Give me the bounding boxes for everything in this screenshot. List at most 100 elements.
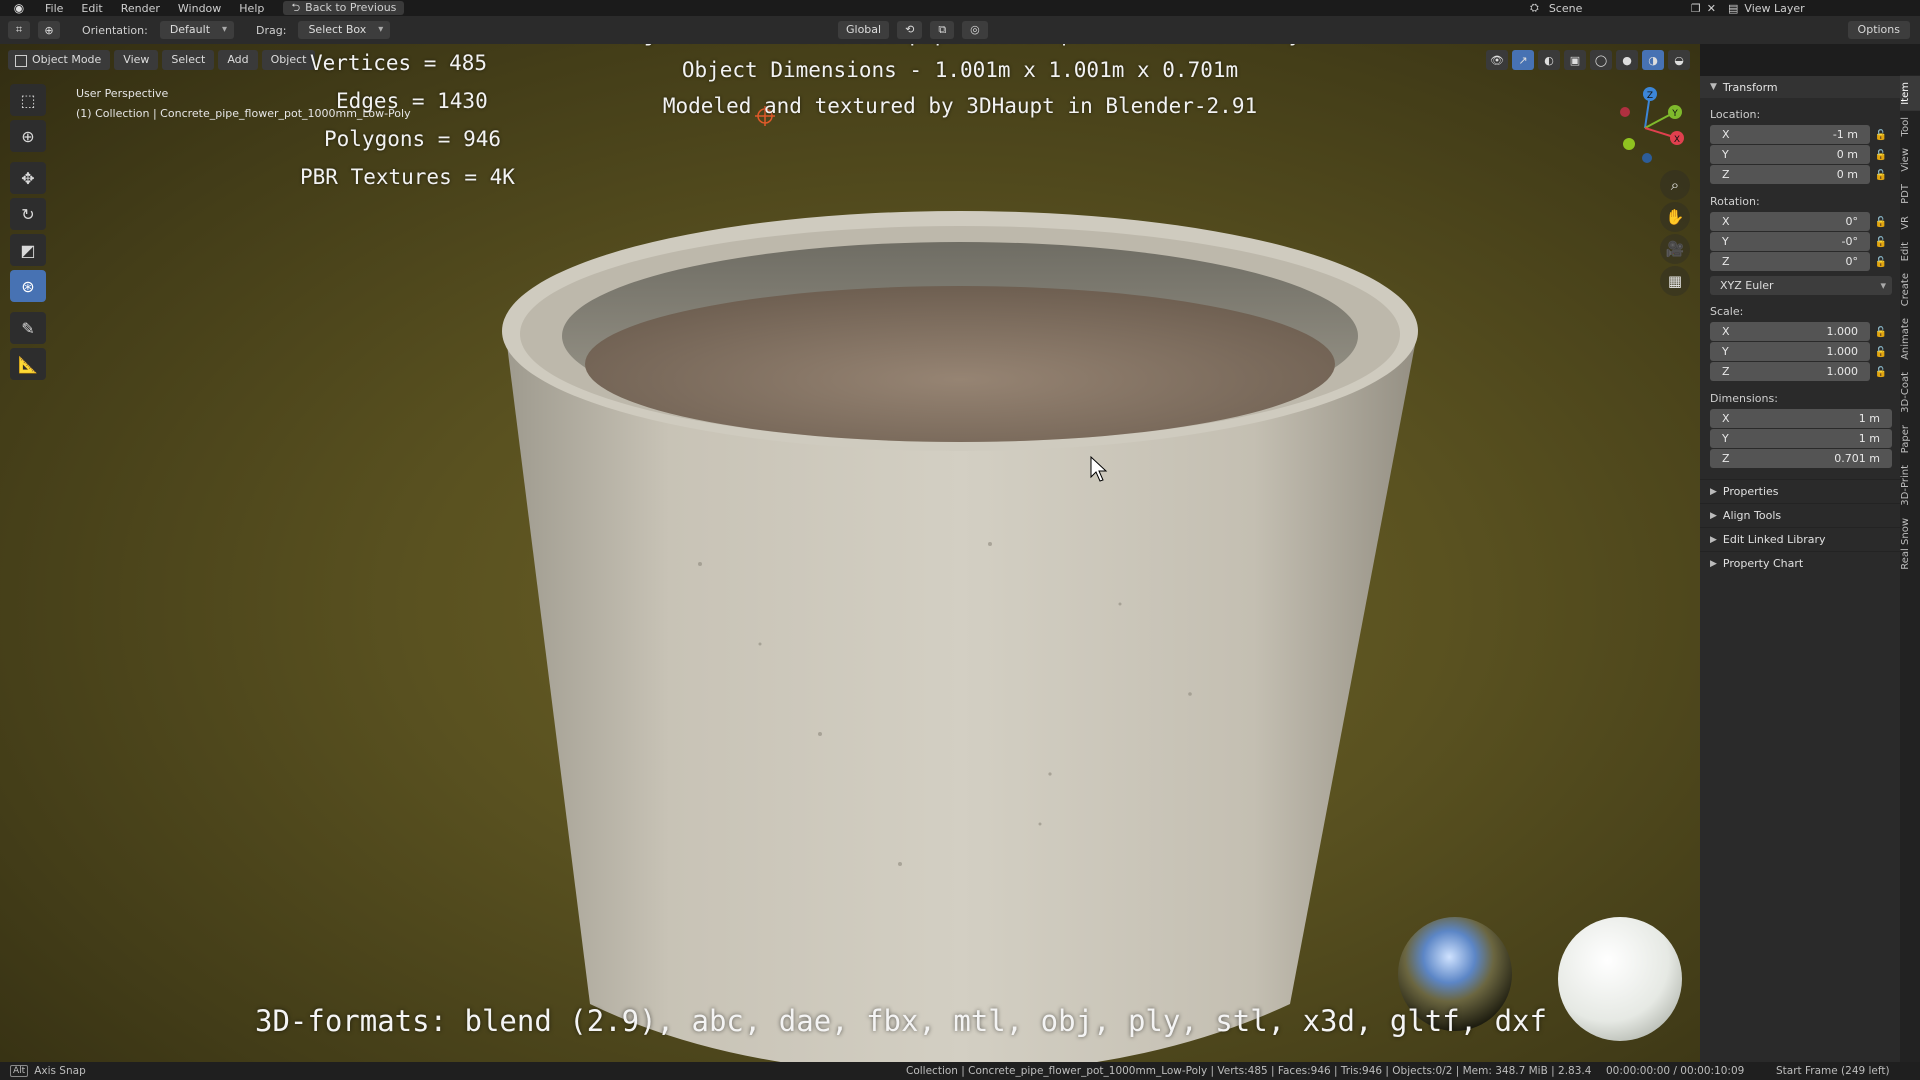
overlay-toggle-icon[interactable]: ◐ <box>1538 50 1560 70</box>
tab-vr[interactable]: VR <box>1900 210 1920 236</box>
tab-animate[interactable]: Animate <box>1900 312 1920 366</box>
snap-icon[interactable]: ⧉ <box>930 21 955 39</box>
tab-item[interactable]: Item <box>1900 76 1920 111</box>
view-menu[interactable]: View <box>114 50 159 70</box>
hand-icon[interactable]: ✋ <box>1660 202 1690 232</box>
annotate-icon[interactable]: ✎ <box>10 312 46 344</box>
scale-icon[interactable]: ◩ <box>10 234 46 266</box>
tab-3d-print[interactable]: 3D-Print <box>1900 459 1920 512</box>
scale-z-field[interactable]: Z 1.000 <box>1710 362 1870 381</box>
collapsed-triangle-icon: ▶ <box>1710 534 1717 545</box>
orientation-dropdown[interactable]: Default <box>159 21 235 39</box>
drag-dropdown[interactable]: Select Box <box>298 21 391 39</box>
tab-pdt[interactable]: PDT <box>1900 178 1920 210</box>
scale-z-row: Z 1.000 🔓 <box>1710 362 1892 382</box>
tab-create[interactable]: Create <box>1900 267 1920 312</box>
viewport-shading-controls: 👁 ↗ ◐ ▣ ◯ ● ◑ ◒ <box>1486 50 1690 70</box>
options-button[interactable]: Options <box>1847 21 1910 39</box>
rotate-icon[interactable]: ↻ <box>10 198 46 230</box>
lock-icon[interactable]: 🔓 <box>1870 150 1892 161</box>
menu-window[interactable]: Window <box>169 2 230 15</box>
location-z-field[interactable]: Z0 m <box>1710 165 1870 184</box>
delete-scene-icon[interactable]: ✕ <box>1707 2 1716 15</box>
properties-panel-label: Properties <box>1722 485 1779 498</box>
select-menu[interactable]: Select <box>162 50 215 70</box>
navigation-gizmo[interactable]: Z Y X <box>1600 80 1690 170</box>
new-scene-icon[interactable]: ❐ <box>1691 2 1701 15</box>
lock-icon[interactable]: 🔓 <box>1870 130 1892 141</box>
lock-icon[interactable]: 🔓 <box>1870 170 1892 181</box>
transform-controls: Global ⟲ ⧉ ◎ <box>838 21 988 39</box>
object-menu[interactable]: Object <box>261 50 316 70</box>
transform-panel-header[interactable]: ▼ Transform <box>1700 76 1900 98</box>
menu-edit[interactable]: Edit <box>72 2 111 15</box>
lock-icon[interactable]: 🔓 <box>1870 327 1892 338</box>
rendered-shading-icon[interactable]: ◒ <box>1668 50 1690 70</box>
rotation-mode-dropdown[interactable]: XYZ Euler <box>1710 276 1892 295</box>
scene-name[interactable]: Scene <box>1545 2 1685 15</box>
transform-icon[interactable]: ⊛ <box>10 270 46 302</box>
back-to-previous-button[interactable]: ⮌ Back to Previous <box>283 1 405 15</box>
tab-real-snow[interactable]: Real Snow <box>1900 512 1920 576</box>
menu-file[interactable]: File <box>36 2 72 15</box>
menu-render[interactable]: Render <box>112 2 169 15</box>
align-tools-panel-label: Align Tools <box>1722 509 1782 522</box>
location-y-field[interactable]: Y0 m <box>1710 145 1870 164</box>
3d-viewport[interactable]: Object Mode View Select Add Object User … <box>0 44 1700 1062</box>
properties-panel-header[interactable]: ▶ Properties <box>1700 479 1900 503</box>
measure-icon[interactable]: 📐 <box>10 348 46 380</box>
navigation-buttons: ⌕ ✋ 🎥 ▦ <box>1660 170 1696 298</box>
tab-tool[interactable]: Tool <box>1900 111 1920 142</box>
rotation-z-field[interactable]: Z 0° <box>1710 252 1870 271</box>
tab-edit[interactable]: Edit <box>1900 236 1920 267</box>
solid-shading-icon[interactable]: ● <box>1616 50 1638 70</box>
tab-3d-coat[interactable]: 3D-Coat <box>1900 366 1920 419</box>
wireframe-shading-icon[interactable]: ◯ <box>1590 50 1612 70</box>
move-icon[interactable]: ✥ <box>10 162 46 194</box>
rotation-y-field[interactable]: Y -0° <box>1710 232 1870 251</box>
cursor-icon[interactable]: ⊕ <box>10 120 46 152</box>
editor-type-icon[interactable]: ⌗ <box>8 21 30 39</box>
pivot-icon[interactable]: ⟲ <box>897 21 923 39</box>
dimensions-x-field[interactable]: X1 m <box>1710 409 1892 428</box>
dimensions-z-field[interactable]: Z 0.701 m <box>1710 449 1892 468</box>
visibility-icon[interactable]: 👁 <box>1486 50 1508 70</box>
select-icon[interactable]: ⬚ <box>10 84 46 116</box>
align-tools-panel-header[interactable]: ▶ Align Tools <box>1700 503 1900 527</box>
lock-icon[interactable]: 🔓 <box>1870 257 1892 268</box>
tab-paper[interactable]: Paper <box>1900 419 1920 459</box>
viewport-header: Object Mode View Select Add Object <box>8 50 316 70</box>
dimensions-y-field[interactable]: Y1 m <box>1710 429 1892 448</box>
blender-logo-icon[interactable]: ◉ <box>10 1 28 15</box>
view-layer-selector[interactable]: ▤ View Layer <box>1728 0 1805 16</box>
grid-icon[interactable]: ▦ <box>1660 266 1690 296</box>
xray-icon[interactable]: ▣ <box>1564 50 1586 70</box>
camera-icon[interactable]: 🎥 <box>1660 234 1690 264</box>
active-tool-icon[interactable]: ⊕ <box>38 21 60 39</box>
add-menu[interactable]: Add <box>218 50 258 70</box>
location-x-field[interactable]: X -1 m <box>1710 125 1870 144</box>
property-chart-panel-header[interactable]: ▶ Property Chart <box>1700 551 1900 575</box>
edit-linked-library-panel-header[interactable]: ▶ Edit Linked Library <box>1700 527 1900 551</box>
rotation-x-field[interactable]: X 0° <box>1710 212 1870 231</box>
scale-x-field[interactable]: X 1.000 <box>1710 322 1870 341</box>
menu-help[interactable]: Help <box>230 2 273 15</box>
tool-header: ⌗ ⊕ Orientation: Default Drag: Select Bo… <box>0 16 1920 44</box>
object-mode-dropdown[interactable]: Object Mode <box>8 50 111 70</box>
view-layer-name[interactable]: View Layer <box>1744 2 1804 15</box>
material-shading-icon[interactable]: ◑ <box>1642 50 1664 70</box>
proportional-edit-icon[interactable]: ◎ <box>962 21 988 39</box>
scale-y-field[interactable]: Y 1.000 <box>1710 342 1870 361</box>
tab-view[interactable]: View <box>1900 142 1920 178</box>
lock-icon[interactable]: 🔓 <box>1870 237 1892 248</box>
axis-snap-label: Axis Snap <box>34 1065 86 1077</box>
hdri-diffuse-sphere <box>1558 917 1682 1041</box>
scene-selector[interactable]: ⛭ Scene ❐ ✕ <box>1530 0 1716 16</box>
zoom-icon[interactable]: ⌕ <box>1660 170 1690 200</box>
lock-icon[interactable]: 🔓 <box>1870 217 1892 228</box>
transform-space-dropdown[interactable]: Global <box>838 21 890 39</box>
overlay-stats: Vertices = 485 Edges = 1430 Polygons = 9… <box>300 44 515 196</box>
gizmo-toggle-icon[interactable]: ↗ <box>1512 50 1534 70</box>
lock-icon[interactable]: 🔓 <box>1870 367 1892 378</box>
lock-icon[interactable]: 🔓 <box>1870 347 1892 358</box>
